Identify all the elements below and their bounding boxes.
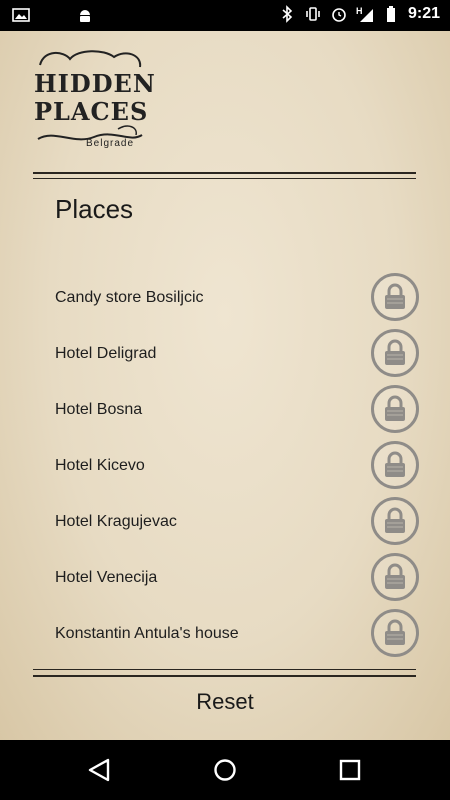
list-item[interactable]: Hotel Bosna [0,383,450,439]
lock-icon[interactable] [371,273,419,321]
list-item[interactable]: Hotel Venecija [0,551,450,607]
battery-icon [386,6,395,22]
place-name: Hotel Bosna [55,401,143,418]
lock-icon[interactable] [371,441,419,489]
list-item[interactable]: Hotel Kragujevac [0,495,450,551]
divider [33,172,416,174]
list-item[interactable]: Konstantin Antula's house [0,607,450,663]
status-time: 9:21 [407,5,440,22]
page-title: Places [55,194,134,224]
logo-text-hidden: HIDDEN [34,69,156,98]
place-name: Hotel Kicevo [55,457,145,474]
reset-button[interactable]: Reset [0,689,450,715]
navigation-bar [0,740,450,800]
list-item[interactable]: Hotel Kicevo [0,439,450,495]
place-name: Hotel Kragujevac [55,513,177,530]
alarm-icon [332,8,346,22]
lock-icon[interactable] [371,553,419,601]
lock-icon[interactable] [371,609,419,657]
status-bar: H 9:21 [0,0,450,31]
bluetooth-icon [282,5,293,23]
android-icon [80,10,90,22]
place-name: Konstantin Antula's house [55,625,239,642]
divider [33,178,416,179]
recents-icon[interactable] [334,754,366,786]
divider [33,669,416,670]
logo-text-places: PLACES [34,97,149,126]
image-icon [12,8,30,22]
lock-icon[interactable] [371,329,419,377]
lock-icon[interactable] [371,497,419,545]
lock-icon[interactable] [371,385,419,433]
place-name: Candy store Bosiljcic [55,289,204,306]
place-name: Hotel Venecija [55,569,158,586]
home-icon[interactable] [209,754,241,786]
vibrate-icon [306,7,320,21]
svg-text:H: H [356,6,363,16]
app-logo: HIDDEN PLACES Belgrade [34,43,156,155]
divider [33,675,416,677]
list-item[interactable]: Hotel Deligrad [0,327,450,383]
logo-city: Belgrade [85,138,135,149]
back-icon[interactable] [84,754,116,786]
app-content: HIDDEN PLACES Belgrade Places Candy stor… [0,31,450,740]
list-item[interactable]: Candy store Bosiljcic [0,271,450,327]
hspa-signal-icon: H [356,6,373,22]
place-name: Hotel Deligrad [55,345,157,362]
